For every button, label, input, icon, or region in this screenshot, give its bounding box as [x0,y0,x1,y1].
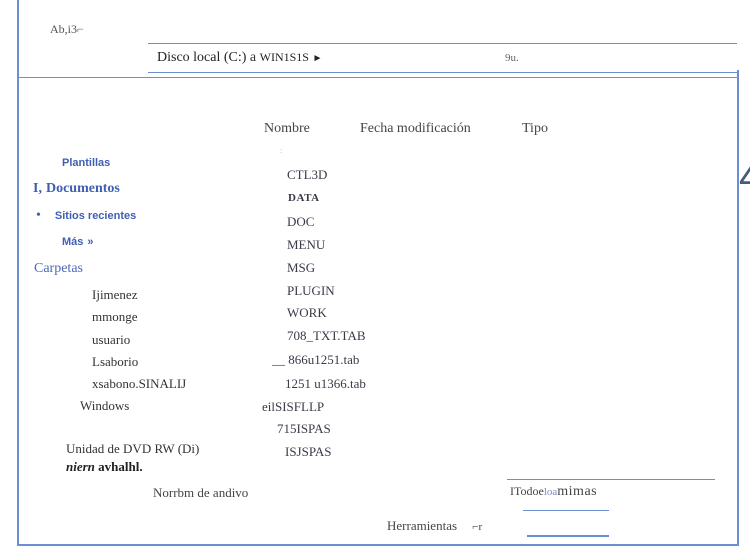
nav-link-mas[interactable]: Más » [62,232,94,250]
column-header-name[interactable]: Nombre [264,121,310,137]
chevron-double-right-icon: » [87,236,94,248]
nav-link-label: Documentos [45,181,120,196]
tree-item[interactable]: Lsaborio [92,354,138,370]
tree-item[interactable]: mmonge [92,309,138,325]
breadcrumb-arrow-icon[interactable]: ► [312,53,322,64]
filetype-dropdown-border [507,479,715,480]
file-item[interactable]: 1251 u1366.tab [285,376,366,392]
file-item[interactable]: WORK [287,305,327,321]
tree-item[interactable]: xsabono.SINALIJ [92,376,186,392]
file-item[interactable]: DOC [287,214,314,230]
tools-menu[interactable]: Herramientas ⌐r [387,518,482,534]
list-marker: : [280,146,283,155]
tree-item[interactable]: usuario [92,332,130,348]
documents-icon: I, [33,181,42,196]
file-item[interactable]: 708_TXT.TAB [287,328,366,344]
file-item[interactable]: DATA [288,192,320,204]
breadcrumb-folder[interactable]: WIN1S1S [260,50,309,64]
nav-link-label: Más [62,236,84,248]
address-bar-border-top [148,43,737,44]
folders-header[interactable]: Carpetas [34,261,83,277]
file-item[interactable]: PLUGIN [287,283,335,299]
dropdown-arrow-icon: ⌐r [472,521,483,533]
file-item[interactable]: MSG [287,260,315,276]
filetype-text-1: ITodoe [510,484,544,498]
column-header-type[interactable]: Tipo [522,121,548,137]
tools-label: Herramientas [387,518,458,533]
window-title: Ab,i3⌐ [50,22,84,36]
window-frame-bottom [17,544,739,546]
nav-link-label: Sitios recientes [54,210,137,222]
window-frame-left [17,0,19,545]
drive-sub-rest: avhalhl. [98,459,143,474]
filetype-text-3: mimas [557,484,598,499]
search-input[interactable]: 9u. [505,52,519,64]
filetype-dropdown[interactable]: ITodoeloamimas [510,484,597,500]
nav-link-documentos[interactable]: I, Documentos [33,179,120,197]
open-button[interactable] [527,535,609,537]
file-item[interactable]: eilSISFLLP [262,399,324,415]
nav-link-plantillas[interactable]: Plantillas [62,157,110,169]
address-bar[interactable]: Disco local (C:) a WIN1S1S ► [157,50,322,66]
drive-sub-italic: niern [66,459,95,474]
file-item[interactable]: ISJSPAS [285,444,332,460]
file-item[interactable]: MENU [287,237,325,253]
nav-link-sitios-recientes[interactable]: • Sitios recientes [36,206,136,224]
column-header-date[interactable]: Fecha modificación [360,121,471,137]
toolbar-divider [17,77,739,78]
tree-item[interactable]: Ijimenez [92,287,137,303]
tree-item-dvd-drive[interactable]: Unidad de DVD RW (Di) [66,441,199,457]
address-bar-border-bottom [148,72,737,73]
bullet-icon: • [36,208,41,223]
file-item[interactable]: CTL3D [287,167,327,183]
clipped-glyph: 4 [739,155,750,200]
file-item[interactable]: 715ISPAS [277,421,331,437]
filetype-text-2: loa [543,486,558,498]
filename-label: Norrbm de andivo [153,485,249,500]
breadcrumb-separator: a [249,50,257,65]
breadcrumb-location[interactable]: Disco local (C:) [157,50,246,65]
file-item[interactable]: __ 866u1251.tab [272,352,359,368]
filetype-dropdown-underline [523,510,609,511]
tree-item-drive-sub[interactable]: niern avhalhl. [66,459,143,475]
window-frame-right [737,70,739,545]
tree-item[interactable]: Windows [80,398,129,414]
